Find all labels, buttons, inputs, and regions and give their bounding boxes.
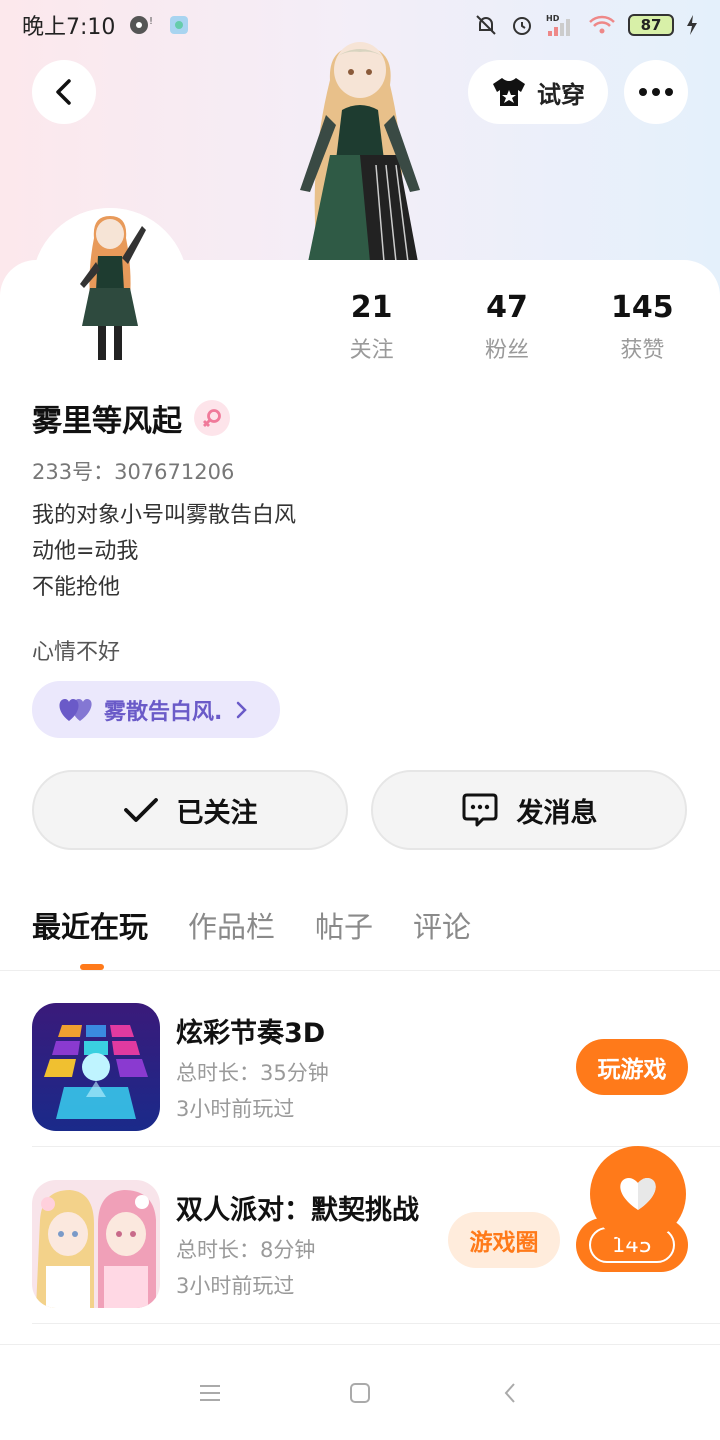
game-duration: 总时长：35分钟 [176, 1061, 329, 1085]
notification-app-icon: ! [129, 14, 155, 36]
name-row: 雾里等风起 [32, 396, 230, 440]
stat-followers[interactable]: 47 粉丝 [439, 288, 574, 364]
status-time: 晚上7:10 [22, 15, 116, 40]
battery-indicator: 87 [628, 14, 674, 36]
stat-followers-count: 47 [486, 290, 528, 325]
chevron-right-icon [237, 701, 248, 718]
game-title: 炫彩节奏3D [176, 1018, 326, 1049]
game-title: 双人派对：默契挑战 [176, 1195, 419, 1226]
play-game-button[interactable]: 玩游戏 [576, 1039, 688, 1095]
avatar[interactable] [32, 208, 188, 364]
menu-nav-button[interactable] [195, 1378, 225, 1408]
check-icon [123, 798, 158, 822]
game-last-played: 3小时前玩过 [176, 1274, 295, 1298]
stat-following[interactable]: 21 关注 [304, 288, 439, 364]
game-icon-rhythm [32, 1003, 160, 1131]
followed-button[interactable]: 已关注 [32, 770, 348, 850]
row-divider [32, 1323, 720, 1324]
user-id: 233号：307671206 [32, 460, 235, 484]
network-label: HD [546, 14, 560, 23]
signal-icon: HD [546, 13, 576, 37]
app-notification-icon [169, 15, 189, 35]
bio-line: 我的对象小号叫雾散告白风 [32, 503, 297, 528]
profile-bio: 我的对象小号叫雾散告白风 动他=动我 不能抢他 [32, 498, 296, 606]
game-last-played: 3小时前玩过 [176, 1097, 295, 1121]
charging-icon [686, 15, 698, 35]
avatar-outfit-illustration [280, 40, 440, 263]
system-nav-bar [0, 1344, 720, 1440]
home-nav-button[interactable] [345, 1378, 375, 1408]
bio-line: 不能抢他 [32, 575, 121, 600]
home-square-icon [350, 1382, 370, 1403]
heart-icon [620, 1178, 656, 1210]
chevron-left-icon [56, 79, 71, 105]
bio-line: 动他=动我 [32, 539, 139, 564]
alarm-icon [510, 13, 534, 37]
more-options-button[interactable] [624, 60, 688, 124]
female-symbol-icon [194, 400, 230, 436]
chat-bubble-icon [462, 793, 497, 827]
like-circle[interactable] [590, 1146, 686, 1242]
tab-posts[interactable]: 帖子 [315, 904, 373, 946]
game-duration: 总时长：8分钟 [176, 1238, 316, 1262]
back-nav-button[interactable] [495, 1378, 525, 1408]
menu-icon [200, 1384, 220, 1401]
tab-works[interactable]: 作品栏 [188, 904, 275, 946]
stat-likes[interactable]: 145 获赞 [575, 288, 710, 364]
send-message-label: 发消息 [516, 797, 598, 829]
cp-partner-name: 雾散告白风. [104, 699, 223, 725]
profile-stats: 21 关注 47 粉丝 145 获赞 [304, 288, 710, 364]
try-on-label: 试穿 [537, 80, 585, 109]
tshirt-icon [493, 78, 525, 106]
profile-name: 雾里等风起 [32, 404, 182, 439]
stat-followers-label: 粉丝 [484, 338, 529, 363]
list-item[interactable]: 炫彩节奏3D 总时长：35分钟 3小时前玩过 玩游戏 [0, 971, 720, 1147]
wifi-icon [588, 14, 616, 36]
profile-tabs: 最近在玩 作品栏 帖子 评论 [32, 904, 471, 946]
followed-label: 已关注 [176, 797, 258, 829]
try-on-button[interactable]: 试穿 [468, 60, 608, 124]
tab-comments[interactable]: 评论 [413, 904, 471, 946]
double-heart-icon [59, 698, 92, 721]
game-circle-button[interactable]: 游戏圈 [448, 1212, 560, 1268]
back-arrow-icon [504, 1382, 515, 1403]
back-button[interactable] [32, 60, 96, 124]
svg-text:!: ! [149, 16, 153, 27]
stat-likes-label: 获赞 [620, 338, 665, 363]
cp-partner-tag[interactable]: 雾散告白风. [32, 681, 280, 738]
mute-bell-icon [474, 13, 498, 37]
stat-likes-count: 145 [611, 290, 674, 325]
mood-status: 心情不好 [32, 640, 121, 665]
stat-following-count: 21 [350, 290, 393, 325]
floating-like-button[interactable]: 145 [576, 1146, 688, 1274]
game-icon-party [32, 1180, 160, 1308]
more-dots-icon [639, 88, 673, 96]
send-message-button[interactable]: 发消息 [371, 770, 687, 850]
tab-recently-played[interactable]: 最近在玩 [32, 904, 148, 946]
stat-following-label: 关注 [349, 338, 394, 363]
